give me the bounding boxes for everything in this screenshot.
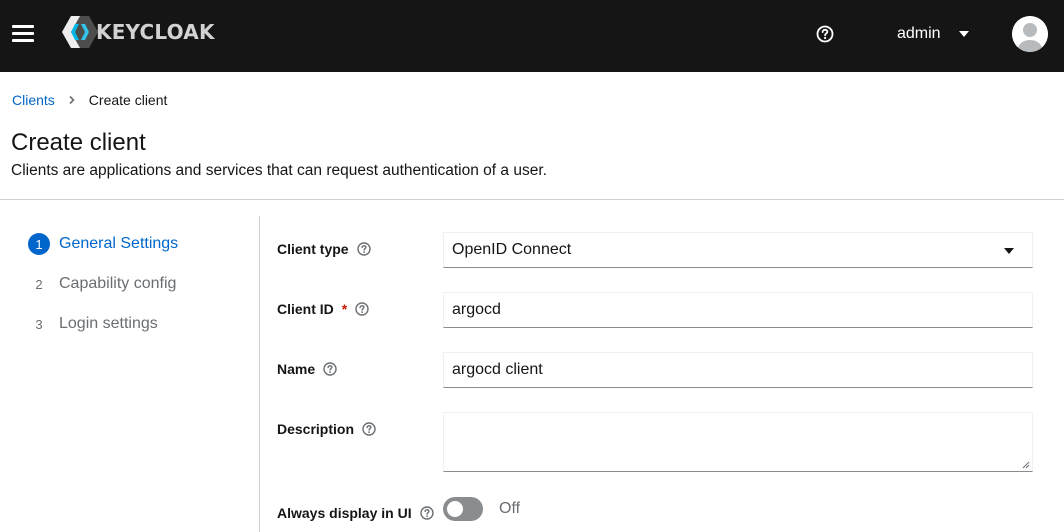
client-type-label-text: Client type xyxy=(277,241,349,257)
step-number: 3 xyxy=(35,316,43,332)
always-display-toggle[interactable] xyxy=(443,497,483,521)
breadcrumb: Clients Create client xyxy=(12,92,167,108)
client-type-select[interactable]: OpenID Connect xyxy=(443,232,1033,268)
wizard-step-login-settings[interactable]: 3 Login settings xyxy=(28,312,158,336)
help-icon[interactable] xyxy=(356,242,371,256)
wizard-nav: 1 General Settings 2 Capability config 3… xyxy=(0,216,260,532)
step-number: 2 xyxy=(35,276,43,292)
user-avatar-icon xyxy=(1012,16,1048,52)
breadcrumb-clients-link[interactable]: Clients xyxy=(12,92,55,108)
client-type-label: Client type xyxy=(277,241,371,257)
client-id-input[interactable]: argocd xyxy=(443,292,1033,328)
always-display-label: Always display in UI xyxy=(277,505,434,521)
user-dropdown[interactable]: admin xyxy=(897,24,969,44)
name-value: argocd client xyxy=(452,361,543,378)
keycloak-logo[interactable]: KEYCLOAK xyxy=(62,15,215,49)
toggle-knob xyxy=(447,501,463,517)
wizard-step-capability-config[interactable]: 2 Capability config xyxy=(28,272,176,296)
header-divider xyxy=(0,199,1064,200)
name-label-text: Name xyxy=(277,361,316,377)
page-title: Create client xyxy=(11,129,146,156)
name-label: Name xyxy=(277,361,337,377)
help-icon[interactable] xyxy=(362,422,376,436)
client-type-value: OpenID Connect xyxy=(452,241,572,258)
always-display-label-text: Always display in UI xyxy=(277,505,412,521)
masthead: KEYCLOAK admin xyxy=(0,0,1064,72)
step-label: General Settings xyxy=(59,235,179,252)
username: admin xyxy=(897,25,941,42)
wizard-step-general-settings[interactable]: 1 General Settings xyxy=(28,232,178,256)
page-description: Clients are applications and services th… xyxy=(11,162,547,179)
description-label-text: Description xyxy=(277,421,355,437)
step-label: Capability config xyxy=(59,275,177,292)
chevron-right-icon xyxy=(69,95,75,105)
client-id-value: argocd xyxy=(452,301,501,318)
client-id-label: Client ID * xyxy=(277,301,369,317)
always-display-state: Off xyxy=(499,500,521,517)
description-textarea[interactable] xyxy=(443,412,1033,472)
step-label: Login settings xyxy=(59,315,158,332)
resize-grip-icon[interactable] xyxy=(1022,461,1030,469)
help-icon[interactable] xyxy=(419,506,434,520)
step-number: 1 xyxy=(28,233,50,255)
client-id-label-text: Client ID xyxy=(277,301,334,317)
menu-hamburger-icon[interactable] xyxy=(12,24,34,44)
breadcrumb-current: Create client xyxy=(88,92,168,108)
help-icon[interactable] xyxy=(816,25,834,43)
name-input[interactable]: argocd client xyxy=(443,352,1033,388)
caret-down-icon xyxy=(1004,248,1014,254)
keycloak-logo-icon xyxy=(62,16,98,48)
description-label: Description xyxy=(277,421,376,437)
avatar[interactable] xyxy=(1012,16,1048,52)
help-icon[interactable] xyxy=(355,302,369,316)
brand-name: KEYCLOAK xyxy=(96,20,215,44)
help-icon[interactable] xyxy=(323,362,337,376)
required-marker: * xyxy=(341,301,348,317)
caret-down-icon xyxy=(958,31,969,37)
